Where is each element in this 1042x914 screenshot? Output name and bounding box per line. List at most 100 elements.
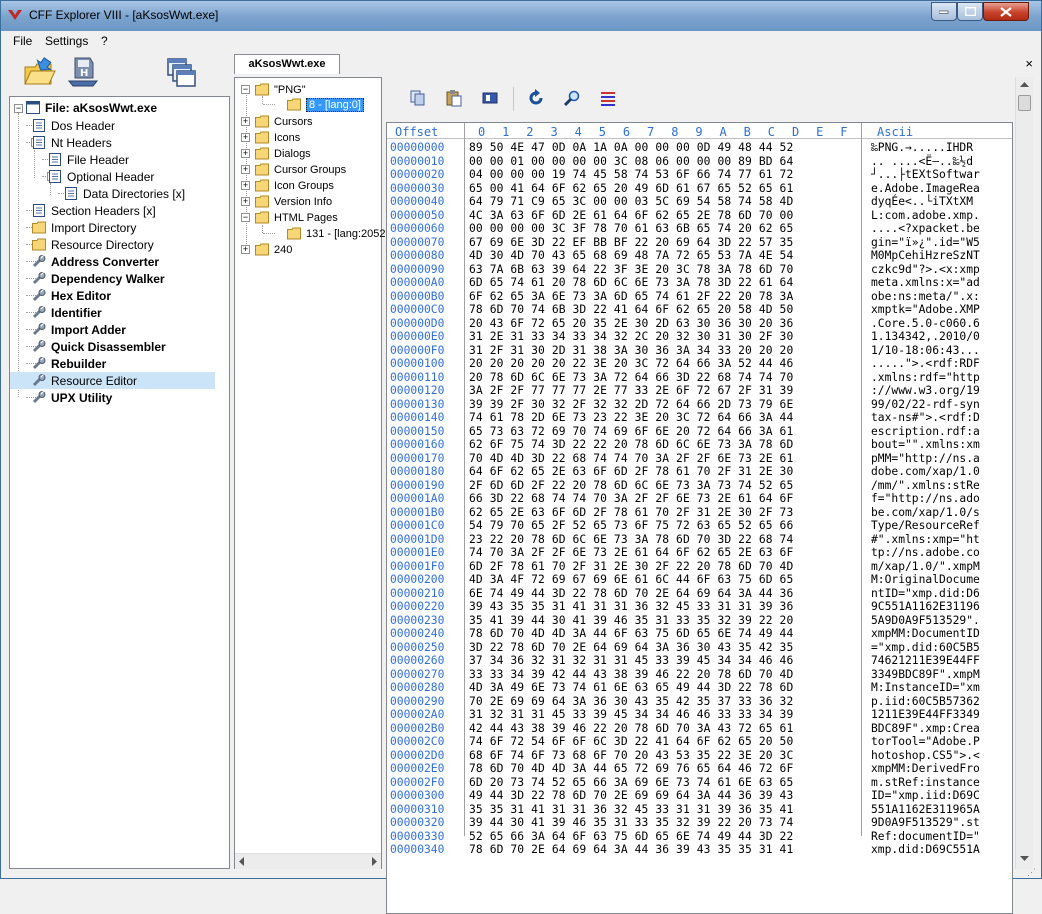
scroll-down-icon[interactable] <box>1020 855 1029 862</box>
hex-bytes-row[interactable]: 6D 20 73 74 52 65 66 3A 69 6E 73 74 61 6… <box>469 776 793 790</box>
hex-bytes-row[interactable]: 39 43 35 35 31 41 31 31 36 32 45 33 31 3… <box>469 600 793 614</box>
hex-ascii-row[interactable]: #".xmlns:xmp="ht <box>871 533 980 547</box>
res-item-icons[interactable]: Icons <box>255 129 300 146</box>
scroll-thumb[interactable] <box>1018 95 1031 111</box>
hex-ascii-row[interactable]: tax-ns#">.<rdf:D <box>871 411 980 425</box>
tree-item-data-directories[interactable]: Data Directories [x] <box>64 185 185 202</box>
hex-ascii-row[interactable]: ....<?xpacket.be <box>871 222 980 236</box>
hex-ascii-row[interactable]: escription.rdf:a <box>871 425 980 439</box>
hex-bytes-row[interactable]: 52 65 66 3A 64 6F 63 75 6D 65 6E 74 49 4… <box>469 830 793 844</box>
hex-bytes-row[interactable]: 4D 30 4D 70 43 65 68 69 48 7A 72 65 53 7… <box>469 249 793 263</box>
hex-ascii-row[interactable]: xmp.did:D69C551A <box>871 843 980 857</box>
tree-item-optional-header[interactable]: Optional Header <box>48 168 154 185</box>
hex-ascii-row[interactable]: gin="ï»¿".id="W5 <box>871 236 980 250</box>
hex-bytes-row[interactable]: 00 00 01 00 00 00 00 3C 08 06 00 00 00 8… <box>469 155 793 169</box>
hex-ascii-row[interactable]: Type/ResourceRef <box>871 519 980 533</box>
hex-bytes-row[interactable]: 78 6D 70 4D 4D 3A 44 6F 63 75 6D 65 6E 7… <box>469 627 793 641</box>
hex-bytes-row[interactable]: 6D 2F 78 61 70 2F 31 2E 30 2F 22 20 78 6… <box>469 560 793 574</box>
res-item-html-131-lang2052[interactable]: 131 - [lang:2052] <box>287 225 389 242</box>
hex-ascii-row[interactable]: be.com/xap/1.0/s <box>871 506 980 520</box>
hex-ascii-row[interactable]: torTool="Adobe.P <box>871 735 980 749</box>
tree-item-identifier[interactable]: Identifier <box>32 304 102 321</box>
res-item-res-240[interactable]: 240 <box>255 241 292 258</box>
hex-bytes-row[interactable]: 20 43 6F 72 65 20 35 2E 30 2D 63 30 36 3… <box>469 317 793 331</box>
tree-root[interactable]: File: aKsosWwt.exe <box>26 99 157 116</box>
hex-ascii-row[interactable]: 1211E39E44FF3349 <box>871 708 980 722</box>
ascii-column[interactable]: ‰PNG.→.....IHDR.. ....<Ё—..‰½d ┘...├tEXtS… <box>871 141 980 857</box>
scroll-right-icon[interactable] <box>370 857 378 866</box>
hex-format-icon[interactable] <box>599 89 617 107</box>
hex-bytes-row[interactable]: 37 34 36 32 31 32 31 31 45 33 39 45 34 3… <box>469 654 793 668</box>
hex-bytes-row[interactable]: 23 22 20 78 6D 6C 6E 73 3A 78 6D 70 3D 2… <box>469 533 793 547</box>
root-collapse-toggle[interactable]: − <box>14 104 23 113</box>
hex-ascii-row[interactable]: hotoshop.CS5">.< <box>871 749 980 763</box>
scroll-left-icon[interactable] <box>238 857 246 866</box>
tree-item-resource-directory[interactable]: Resource Directory <box>32 236 154 253</box>
close-window-button[interactable] <box>983 2 1029 21</box>
maximize-button[interactable] <box>957 2 983 21</box>
icons-toggle[interactable]: + <box>241 133 250 142</box>
hex-ascii-row[interactable]: 551A1162E311965A <box>871 803 980 817</box>
write-icon[interactable] <box>481 89 499 107</box>
hex-ascii-row[interactable]: xmpMM:DocumentID <box>871 627 980 641</box>
hex-bytes-row[interactable]: 42 44 43 38 39 46 22 20 78 6D 70 3A 43 7… <box>469 722 793 736</box>
hex-ascii-row[interactable]: M:OriginalDocume <box>871 573 980 587</box>
search-icon[interactable] <box>563 89 581 107</box>
menu-file[interactable]: File <box>13 34 32 48</box>
hex-bytes-row[interactable]: 31 32 31 31 45 33 39 45 34 34 46 46 33 3… <box>469 708 793 722</box>
hex-ascii-row[interactable]: ‰PNG.→.....IHDR <box>871 141 980 155</box>
hex-bytes-row[interactable]: 4D 3A 49 6E 73 74 61 6E 63 65 49 44 3D 2… <box>469 681 793 695</box>
hex-bytes-row[interactable]: 78 6D 70 4D 4D 3A 44 65 72 69 76 65 64 4… <box>469 762 793 776</box>
hex-bytes-row[interactable]: 6D 65 74 61 20 78 6D 6C 6E 73 3A 78 3D 2… <box>469 276 793 290</box>
hex-ascii-row[interactable]: e.Adobe.ImageRea <box>871 182 980 196</box>
tree-item-upx-utility[interactable]: UPX Utility <box>32 389 112 406</box>
hex-ascii-row[interactable]: pMM="http://ns.a <box>871 452 980 466</box>
hex-vscrollbar[interactable] <box>1015 77 1033 869</box>
hex-ascii-row[interactable]: f="http://ns.ado <box>871 492 980 506</box>
hex-ascii-row[interactable]: .. ....<Ё—..‰½d <box>871 155 980 169</box>
open-file-icon[interactable] <box>22 55 56 89</box>
hex-bytes-row[interactable]: 6E 74 49 44 3D 22 78 6D 70 2E 64 69 64 3… <box>469 587 793 601</box>
hex-bytes-row[interactable]: 35 41 39 44 30 41 39 46 35 31 33 35 32 3… <box>469 614 793 628</box>
hex-ascii-row[interactable]: ://www.w3.org/19 <box>871 384 980 398</box>
res-item-dialogs[interactable]: Dialogs <box>255 145 311 162</box>
hex-bytes-row[interactable]: 6F 62 65 3A 6E 73 3A 6D 65 74 61 2F 22 2… <box>469 290 793 304</box>
tree-item-hex-editor[interactable]: Hex Editor <box>32 287 111 304</box>
tree-item-nt-headers[interactable]: Nt Headers <box>32 134 112 151</box>
hex-bytes-row[interactable]: 20 78 6D 6C 6E 73 3A 72 64 66 3D 22 68 7… <box>469 371 793 385</box>
hex-bytes-row[interactable]: 68 6F 74 6F 73 68 6F 70 20 43 53 35 22 3… <box>469 749 793 763</box>
hex-ascii-row[interactable]: ┘...├tEXtSoftwar <box>871 168 980 182</box>
hex-bytes-row[interactable]: 78 6D 70 74 6B 3D 22 41 64 6F 62 65 20 5… <box>469 303 793 317</box>
hex-ascii-row[interactable]: xmptk="Adobe.XMP <box>871 303 980 317</box>
close-tab-icon[interactable]: × <box>1025 56 1033 71</box>
hex-bytes-row[interactable]: 74 61 78 2D 6E 73 23 22 3E 20 3C 72 64 6… <box>469 411 793 425</box>
hex-bytes-row[interactable]: 74 70 3A 2F 2F 6E 73 2E 61 64 6F 62 65 2… <box>469 546 793 560</box>
hex-bytes-column[interactable]: 89 50 4E 47 0D 0A 1A 0A 00 00 00 0D 49 4… <box>469 141 793 857</box>
hex-bytes-row[interactable]: 89 50 4E 47 0D 0A 1A 0A 00 00 00 0D 49 4… <box>469 141 793 155</box>
minimize-button[interactable] <box>931 2 957 21</box>
hex-ascii-row[interactable]: BDC89F".xmp:Crea <box>871 722 980 736</box>
hex-bytes-row[interactable]: 70 4D 4D 3D 22 68 74 74 70 3A 2F 2F 6E 7… <box>469 452 793 466</box>
resize-grip-icon[interactable]: ⋰ <box>1027 867 1039 879</box>
copy-icon[interactable] <box>409 89 427 107</box>
hex-ascii-row[interactable]: 9C551A1162E31196 <box>871 600 980 614</box>
scroll-up-icon[interactable] <box>1020 81 1029 88</box>
paste-icon[interactable] <box>445 89 463 107</box>
hex-bytes-row[interactable]: 35 35 31 41 31 31 36 32 45 33 31 31 39 3… <box>469 803 793 817</box>
res-item-version-info[interactable]: Version Info <box>255 193 332 210</box>
refresh-icon[interactable] <box>527 89 545 107</box>
hex-bytes-row[interactable]: 78 6D 70 2E 64 69 64 3A 44 36 39 43 35 3… <box>469 843 793 857</box>
icon-groups-toggle[interactable]: + <box>241 181 250 190</box>
dialogs-toggle[interactable]: + <box>241 149 250 158</box>
hex-ascii-row[interactable]: p.iid:60C5B57362 <box>871 695 980 709</box>
hex-bytes-row[interactable]: 65 73 63 72 69 70 74 69 6F 6E 20 72 64 6… <box>469 425 793 439</box>
hex-ascii-row[interactable]: m/xap/1.0/".xmpM <box>871 560 980 574</box>
hex-ascii-row[interactable]: /mm/".xmlns:stRe <box>871 479 980 493</box>
hex-bytes-row[interactable]: 67 69 6E 3D 22 EF BB BF 22 20 69 64 3D 2… <box>469 236 793 250</box>
hex-ascii-row[interactable]: meta.xmlns:x="ad <box>871 276 980 290</box>
hex-ascii-row[interactable]: .....">.<rdf:RDF <box>871 357 980 371</box>
hex-ascii-row[interactable]: ntID="xmp.did:D6 <box>871 587 980 601</box>
hex-bytes-row[interactable]: 66 3D 22 68 74 74 70 3A 2F 2F 6E 73 2E 6… <box>469 492 793 506</box>
res-item-html-pages[interactable]: HTML Pages <box>255 209 338 226</box>
hex-bytes-row[interactable]: 33 33 34 39 42 44 43 38 39 46 22 20 78 6… <box>469 668 793 682</box>
